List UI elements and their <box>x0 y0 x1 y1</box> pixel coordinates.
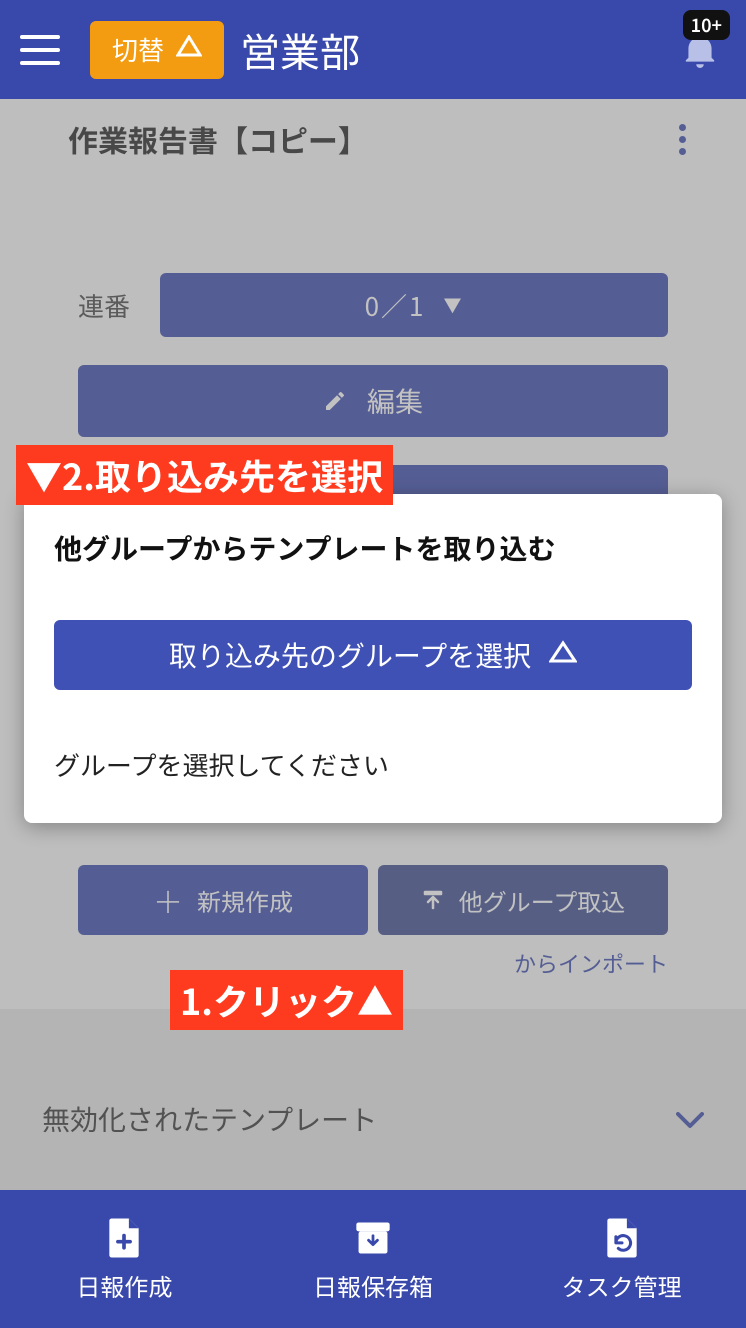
sequence-label: 連番 <box>78 287 130 324</box>
triangle-up-icon <box>549 640 577 671</box>
more-icon[interactable] <box>679 124 686 155</box>
app-header: 切替 営業部 10+ <box>0 0 746 99</box>
chevron-down-icon <box>676 1099 704 1139</box>
caret-down-icon: ▼ <box>443 292 463 318</box>
upload-icon <box>421 888 445 912</box>
nav-label-2: 日報保存箱 <box>313 1268 433 1303</box>
sequence-dropdown[interactable]: 0／1 ▼ <box>160 273 668 337</box>
disabled-templates-label: 無効化されたテンプレート <box>42 1099 377 1139</box>
new-label: 新規作成 <box>197 883 293 918</box>
pencil-icon <box>323 389 347 413</box>
switch-label: 切替 <box>112 31 164 68</box>
triangle-up-icon <box>176 35 202 64</box>
file-plus-icon <box>104 1216 144 1260</box>
page-title: 営業部 <box>240 21 360 79</box>
nav-create-report[interactable]: 日報作成 <box>0 1190 249 1328</box>
switch-button[interactable]: 切替 <box>90 21 224 79</box>
dialog-hint: グループを選択してください <box>54 746 692 783</box>
menu-icon[interactable] <box>20 35 60 65</box>
bottom-nav: 日報作成 日報保存箱 タスク管理 <box>0 1190 746 1328</box>
nav-task-manage[interactable]: タスク管理 <box>497 1190 746 1328</box>
file-refresh-icon <box>602 1216 642 1260</box>
import-dialog: 他グループからテンプレートを取り込む 取り込み先のグループを選択 グループを選択… <box>24 494 722 823</box>
nav-label-3: タスク管理 <box>562 1268 682 1303</box>
notification-badge: 10+ <box>683 10 730 40</box>
edit-button[interactable]: 編集 <box>78 365 668 437</box>
nav-label-1: 日報作成 <box>76 1268 172 1303</box>
notifications-button[interactable]: 10+ <box>684 32 716 73</box>
new-button[interactable]: ＋ 新規作成 <box>78 865 368 935</box>
import-label: 他グループ取込 <box>459 883 626 918</box>
disabled-templates-row[interactable]: 無効化されたテンプレート <box>0 1059 746 1179</box>
nav-save-box[interactable]: 日報保存箱 <box>249 1190 498 1328</box>
dialog-title: 他グループからテンプレートを取り込む <box>54 528 692 568</box>
sequence-value: 0／1 <box>365 287 426 324</box>
plus-icon: ＋ <box>153 878 183 922</box>
select-group-label: 取り込み先のグループを選択 <box>169 635 531 675</box>
select-group-button[interactable]: 取り込み先のグループを選択 <box>54 620 692 690</box>
annotation-step1: 1.クリック▲ <box>170 970 403 1030</box>
archive-icon <box>353 1216 393 1260</box>
import-group-button[interactable]: 他グループ取込 <box>378 865 668 935</box>
annotation-step2: ▼2.取り込み先を選択 <box>16 445 393 505</box>
edit-label: 編集 <box>367 381 423 421</box>
report-title: 作業報告書【コピー】 <box>68 117 368 161</box>
